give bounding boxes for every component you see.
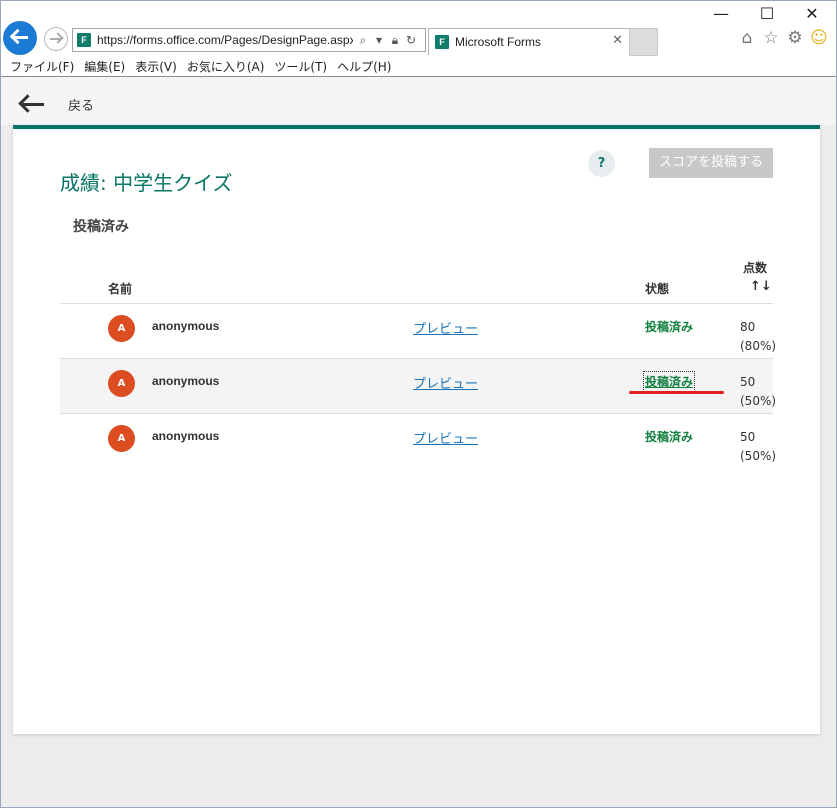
menu-tools[interactable]: ツール(T) xyxy=(274,58,327,75)
section-heading: 投稿済み xyxy=(73,219,129,235)
avatar: A xyxy=(108,425,135,452)
column-header-status: 状態 xyxy=(645,282,670,296)
column-header-name: 名前 xyxy=(108,282,133,296)
column-header-score[interactable]: 点数 xyxy=(743,259,767,276)
menu-favorites[interactable]: お気に入り(A) xyxy=(187,58,265,75)
forms-icon: F xyxy=(77,33,91,47)
menu-file[interactable]: ファイル(F) xyxy=(10,58,74,75)
maximize-icon[interactable]: ☐ xyxy=(755,4,779,24)
help-button[interactable]: ? xyxy=(588,150,615,177)
smiley-icon[interactable]: ☺ xyxy=(809,28,829,48)
table-row[interactable]: A anonymous プレビュー 投稿済み 50 (50%) xyxy=(60,358,776,413)
score-percent: (50%) xyxy=(740,394,777,408)
score-cell: 50 (50%) xyxy=(740,373,776,411)
address-bar[interactable]: F https://forms.office.com/Pages/DesignP… xyxy=(72,28,426,52)
tab-close-icon[interactable]: ✕ xyxy=(612,33,623,48)
preview-link[interactable]: プレビュー xyxy=(413,428,478,447)
post-scores-button[interactable]: スコアを投稿する xyxy=(649,148,773,178)
forms-icon: F xyxy=(435,35,449,49)
page-header xyxy=(1,77,836,125)
respondent-name: anonymous xyxy=(152,319,220,333)
tab-microsoft-forms[interactable]: F Microsoft Forms ✕ xyxy=(428,28,630,55)
score-percent: (80%) xyxy=(740,339,777,353)
refresh-icon[interactable]: ↻ xyxy=(405,33,417,47)
browser-forward-button[interactable] xyxy=(44,27,68,51)
annotation-underline xyxy=(629,391,724,394)
back-link[interactable]: 戻る xyxy=(68,95,94,114)
tab-label: Microsoft Forms xyxy=(455,35,542,49)
score-cell: 80 (80%) xyxy=(740,318,776,356)
respondent-name: anonymous xyxy=(152,429,220,443)
dropdown-icon[interactable]: ▾ xyxy=(373,33,385,47)
gear-icon[interactable]: ⚙ xyxy=(785,28,805,48)
lock-icon[interactable]: 🔒︎ xyxy=(389,33,401,48)
home-icon[interactable]: ⌂ xyxy=(737,28,757,48)
search-icon[interactable]: ⌕ xyxy=(357,33,369,48)
menu-edit[interactable]: 編集(E) xyxy=(84,58,125,75)
table-row[interactable]: A anonymous プレビュー 投稿済み 80 (80%) xyxy=(60,303,776,358)
preview-link[interactable]: プレビュー xyxy=(413,373,478,392)
menu-bar: ファイル(F) 編集(E) 表示(V) お気に入り(A) ツール(T) ヘルプ(… xyxy=(1,56,836,77)
back-arrow-icon[interactable] xyxy=(22,103,44,106)
score-value: 50 xyxy=(740,375,756,389)
new-tab-button[interactable] xyxy=(629,28,658,56)
avatar: A xyxy=(108,370,135,397)
avatar: A xyxy=(108,315,135,342)
respondent-name: anonymous xyxy=(152,374,220,388)
status-posted[interactable]: 投稿済み xyxy=(645,318,693,335)
page-title: 成績: 中学生クイズ xyxy=(60,171,233,195)
browser-back-button[interactable] xyxy=(3,21,37,55)
score-cell: 50 (50%) xyxy=(740,428,776,466)
menu-view[interactable]: 表示(V) xyxy=(135,58,177,75)
status-posted[interactable]: 投稿済み xyxy=(645,428,693,445)
preview-link[interactable]: プレビュー xyxy=(413,318,478,337)
sort-icon[interactable]: ↑↓ xyxy=(750,279,772,294)
close-icon[interactable]: ✕ xyxy=(800,4,824,24)
score-value: 50 xyxy=(740,430,756,444)
score-value: 80 xyxy=(740,320,756,334)
address-url[interactable]: https://forms.office.com/Pages/DesignPag… xyxy=(97,33,353,47)
minimize-icon[interactable]: — xyxy=(709,4,733,24)
table-row[interactable]: A anonymous プレビュー 投稿済み 50 (50%) xyxy=(60,413,776,468)
menu-help[interactable]: ヘルプ(H) xyxy=(337,58,391,75)
score-percent: (50%) xyxy=(740,449,777,463)
star-icon[interactable]: ☆ xyxy=(761,28,781,48)
status-posted[interactable]: 投稿済み xyxy=(642,371,696,392)
